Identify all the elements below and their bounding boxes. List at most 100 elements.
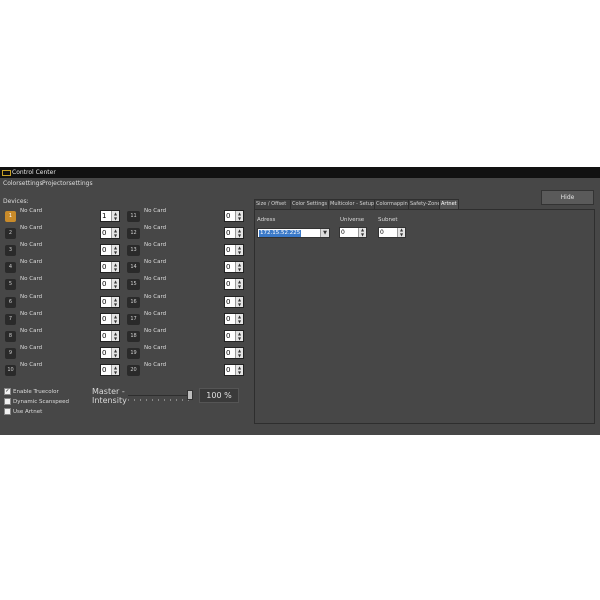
device-spinner-value[interactable]: 0 [226,229,230,238]
spinner-buttons[interactable]: ▲ ▼ [111,296,119,307]
device-spinner-value[interactable]: 0 [226,280,230,289]
device-spinner-value[interactable]: 0 [102,315,106,324]
arrow-down-icon[interactable]: ▼ [236,250,243,255]
hide-button[interactable]: Hide [541,190,594,205]
device-button[interactable]: 13 [127,245,140,257]
arrow-down-icon[interactable]: ▼ [112,250,119,255]
subnet-spin-buttons[interactable]: ▲ ▼ [397,227,405,238]
arrow-down-icon[interactable]: ▼ [236,302,243,307]
spinner-buttons[interactable]: ▲ ▼ [111,330,119,341]
address-combobox[interactable]: 172.15.52.225 ▼ [257,228,330,238]
device-button[interactable]: 11 [127,211,140,222]
device-button[interactable]: 3 [5,245,16,257]
address-value[interactable]: 172.15.52.225 [259,230,302,237]
arrow-down-icon[interactable]: ▼ [112,302,119,307]
device-spinner[interactable]: 0 ▲ ▼ [100,312,120,325]
spinner-buttons[interactable]: ▲ ▼ [235,364,243,375]
spinner-buttons[interactable]: ▲ ▼ [235,211,243,221]
device-button[interactable]: 19 [127,347,140,359]
device-spinner-value[interactable]: 0 [226,212,230,221]
arrow-down-icon[interactable]: ▼ [236,284,243,289]
device-spinner-value[interactable]: 0 [226,349,230,358]
device-spinner[interactable]: 0 ▲ ▼ [100,244,120,257]
device-spinner[interactable]: 0 ▲ ▼ [224,363,244,376]
device-spinner[interactable]: 0 ▲ ▼ [224,261,244,274]
use-artnet-box[interactable] [4,408,11,415]
arrow-down-icon[interactable]: ▼ [112,216,119,221]
subnet-value[interactable]: 0 [380,229,384,237]
universe-value[interactable]: 0 [341,229,345,237]
device-button[interactable]: 16 [127,296,140,308]
device-button[interactable]: 7 [5,313,16,325]
subnet-spinner[interactable]: 0 ▲ ▼ [378,227,406,238]
device-spinner[interactable]: 0 ▲ ▼ [224,329,244,342]
device-spinner[interactable]: 0 ▲ ▼ [224,210,244,222]
arrow-down-icon[interactable]: ▼ [112,284,119,289]
device-spinner[interactable]: 0 ▲ ▼ [224,244,244,257]
arrow-down-icon[interactable]: ▼ [236,370,243,375]
device-spinner-value[interactable]: 0 [226,298,230,307]
device-spinner[interactable]: 0 ▲ ▼ [100,295,120,308]
device-button[interactable]: 15 [127,279,140,291]
device-spinner[interactable]: 0 ▲ ▼ [100,261,120,274]
device-button[interactable]: 1 [5,211,16,222]
arrow-down-icon[interactable]: ▼ [112,370,119,375]
device-spinner[interactable]: 0 ▲ ▼ [100,363,120,376]
device-button[interactable]: 12 [127,228,140,240]
arrow-down-icon[interactable]: ▼ [236,319,243,324]
device-spinner-value[interactable]: 0 [102,298,106,307]
spinner-buttons[interactable]: ▲ ▼ [111,347,119,358]
device-spinner-value[interactable]: 0 [102,349,106,358]
device-spinner[interactable]: 0 ▲ ▼ [224,227,244,240]
intensity-slider-track[interactable] [128,395,192,396]
dynamic-scanspeed-box[interactable] [4,398,11,405]
dynamic-scanspeed-checkbox[interactable]: Dynamic Scanspeed [4,398,69,405]
device-spinner[interactable]: 0 ▲ ▼ [224,312,244,325]
device-button[interactable]: 2 [5,228,16,240]
device-button[interactable]: 8 [5,330,16,342]
spinner-buttons[interactable]: ▲ ▼ [111,279,119,290]
arrow-down-icon[interactable]: ▼ [112,233,119,238]
device-spinner-value[interactable]: 1 [102,212,106,221]
device-spinner[interactable]: 0 ▲ ▼ [100,278,120,291]
spinner-buttons[interactable]: ▲ ▼ [111,364,119,375]
enable-truecolor-checkbox[interactable]: ✓ Enable Truecolor [4,388,59,395]
arrow-down-icon[interactable]: ▼ [236,233,243,238]
device-spinner-value[interactable]: 0 [226,332,230,341]
device-spinner-value[interactable]: 0 [102,229,106,238]
device-spinner[interactable]: 1 ▲ ▼ [100,210,120,222]
device-spinner[interactable]: 0 ▲ ▼ [224,346,244,359]
arrow-down-icon[interactable]: ▼ [112,353,119,358]
arrow-down-icon[interactable]: ▼ [112,336,119,341]
arrow-down-icon[interactable]: ▼ [112,319,119,324]
device-spinner-value[interactable]: 0 [102,366,106,375]
device-spinner-value[interactable]: 0 [226,246,230,255]
spinner-buttons[interactable]: ▲ ▼ [111,211,119,221]
intensity-slider-thumb[interactable] [187,390,193,400]
device-button[interactable]: 10 [5,364,16,376]
device-button[interactable]: 9 [5,347,16,359]
device-spinner[interactable]: 0 ▲ ▼ [100,227,120,240]
arrow-down-icon[interactable]: ▼ [398,232,405,238]
device-button[interactable]: 17 [127,313,140,325]
menu-projectorsettings[interactable]: Projectorsettings [42,180,93,187]
device-button[interactable]: 5 [5,279,16,291]
device-spinner[interactable]: 0 ▲ ▼ [224,278,244,291]
device-button[interactable]: 14 [127,262,140,274]
arrow-down-icon[interactable]: ▼ [236,353,243,358]
device-spinner-value[interactable]: 0 [226,263,230,272]
device-spinner[interactable]: 0 ▲ ▼ [100,346,120,359]
spinner-buttons[interactable]: ▲ ▼ [111,262,119,273]
spinner-buttons[interactable]: ▲ ▼ [235,296,243,307]
device-spinner-value[interactable]: 0 [102,280,106,289]
device-spinner-value[interactable]: 0 [226,366,230,375]
device-spinner-value[interactable]: 0 [102,332,106,341]
chevron-down-icon[interactable]: ▼ [320,229,329,237]
spinner-buttons[interactable]: ▲ ▼ [111,313,119,324]
spinner-buttons[interactable]: ▲ ▼ [235,347,243,358]
arrow-down-icon[interactable]: ▼ [236,267,243,272]
spinner-buttons[interactable]: ▲ ▼ [235,330,243,341]
spinner-buttons[interactable]: ▲ ▼ [235,313,243,324]
enable-truecolor-box[interactable]: ✓ [4,388,11,395]
spinner-buttons[interactable]: ▲ ▼ [235,245,243,256]
